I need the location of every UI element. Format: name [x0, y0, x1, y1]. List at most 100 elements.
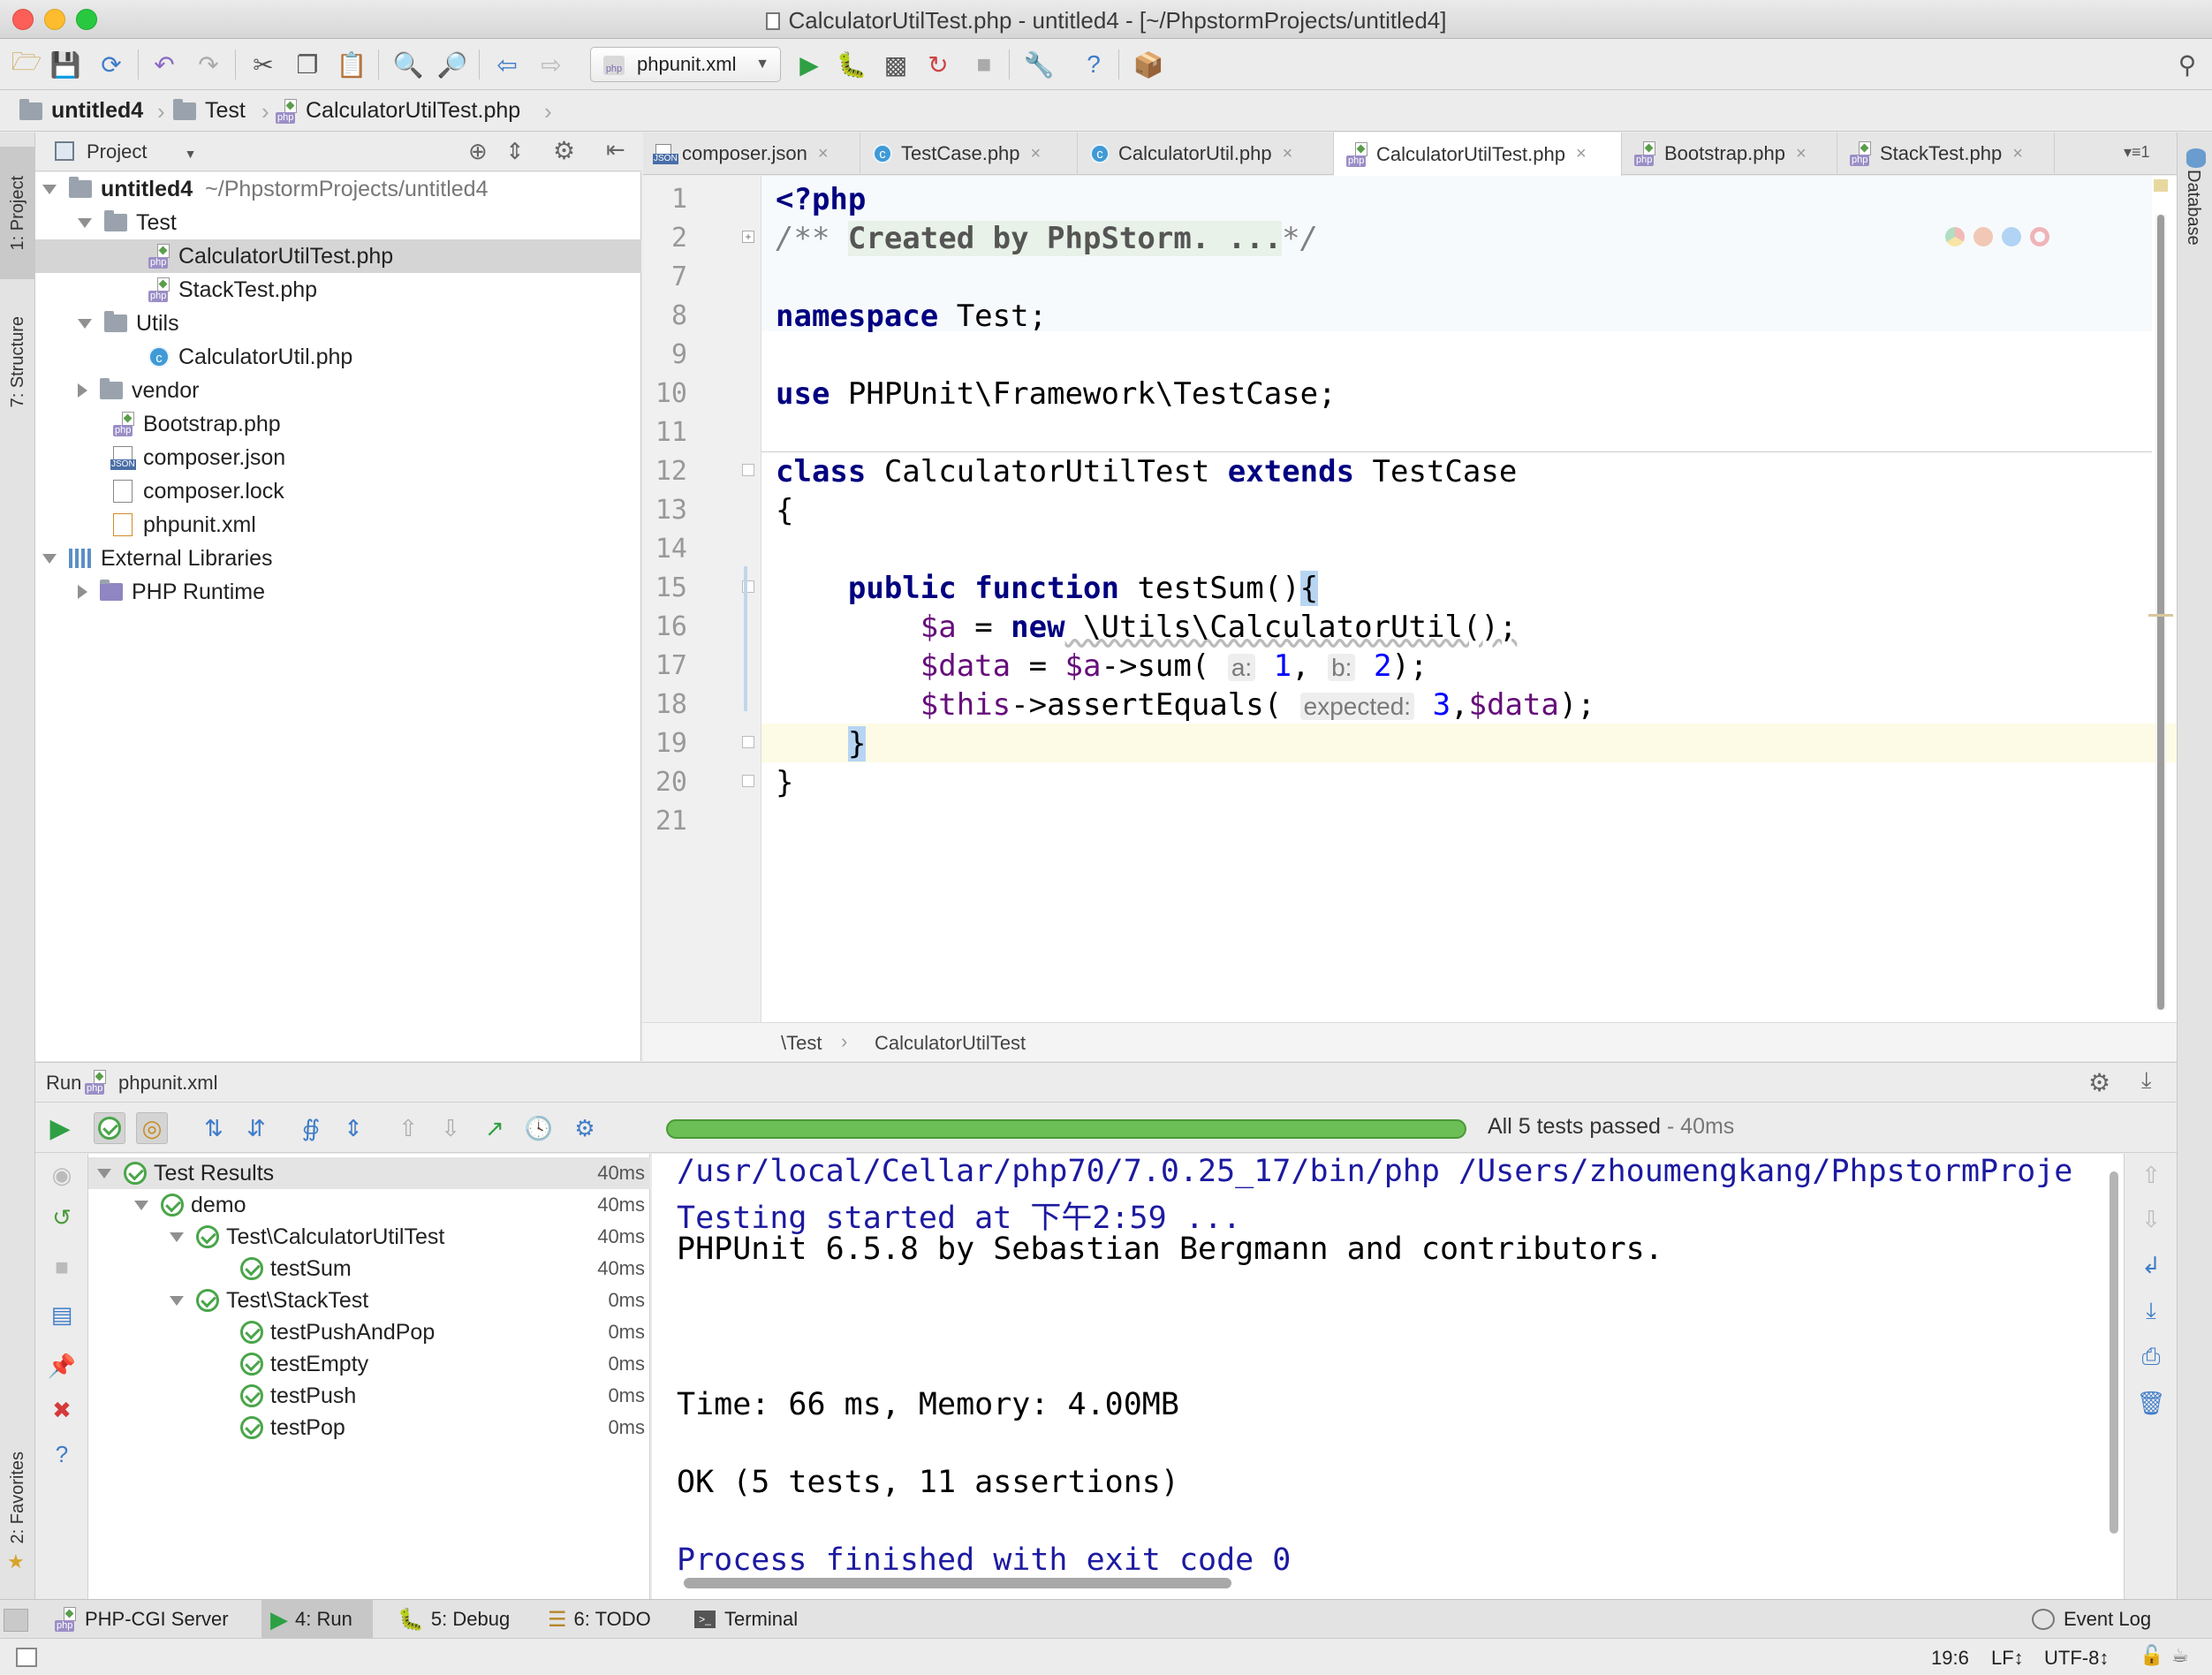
opera-icon[interactable]	[2030, 227, 2049, 246]
gear-icon[interactable]: ⚙	[553, 136, 575, 165]
tab-composer-json[interactable]: JSON composer.json ×	[643, 133, 860, 175]
show-passed-toggle[interactable]	[94, 1112, 125, 1144]
result-test-testpop[interactable]: testPop 0ms	[88, 1412, 650, 1444]
breadcrumb-class[interactable]: CalculatorUtilTest	[875, 1032, 1026, 1055]
result-class-stacktest[interactable]: Test\StackTest 0ms	[88, 1285, 650, 1316]
show-ignored-toggle[interactable]: ◎	[136, 1112, 168, 1144]
copy-icon[interactable]: ❐	[292, 49, 323, 80]
tree-item-composer-json[interactable]: JSON composer.json	[35, 441, 641, 474]
forward-icon[interactable]: ⇨	[535, 49, 567, 80]
rerun-icon[interactable]: ▶	[44, 1112, 76, 1144]
print-icon[interactable]: ⎙	[2135, 1341, 2167, 1373]
lock-icon[interactable]: 🔓	[2140, 1644, 2163, 1667]
breadcrumb-namespace[interactable]: \Test	[781, 1032, 822, 1055]
result-test-testempty[interactable]: testEmpty 0ms	[88, 1348, 650, 1380]
search-everywhere-icon[interactable]: ⚲	[2171, 49, 2203, 80]
rerun-icon[interactable]: ↻	[922, 49, 954, 80]
console-output[interactable]: /usr/local/Cellar/php70/7.0.25_17/bin/ph…	[652, 1154, 2124, 1599]
tree-item-bootstrap[interactable]: php Bootstrap.php	[35, 407, 641, 441]
sdk-icon[interactable]: 📦	[1133, 49, 1164, 80]
stop-icon[interactable]: ■	[968, 49, 1000, 80]
tool-tab-run[interactable]: ▶ 4: Run	[261, 1600, 373, 1639]
fold-icon[interactable]	[742, 464, 754, 476]
clear-all-icon[interactable]: 🗑	[2135, 1387, 2167, 1419]
editor-scrollbar-track[interactable]	[2155, 215, 2166, 1010]
open-folder-icon[interactable]: 🗁	[11, 48, 42, 80]
tool-window-toggle-icon[interactable]	[16, 1648, 37, 1667]
result-suite-demo[interactable]: demo 40ms	[88, 1189, 650, 1221]
debug-icon[interactable]: 🐛	[836, 49, 867, 80]
result-test-testpushandpop[interactable]: testPushAndPop 0ms	[88, 1316, 650, 1348]
rerun-failed-icon[interactable]: ↺	[46, 1201, 78, 1233]
tree-item-calculatorutiltest[interactable]: php CalculatorUtilTest.php	[35, 239, 641, 273]
tabs-overflow-button[interactable]: ▾≡1	[2124, 143, 2150, 162]
tree-item-phpunit-xml[interactable]: phpunit.xml	[35, 508, 641, 542]
editor-scrollbar-thumb[interactable]	[2157, 215, 2164, 1010]
paste-icon[interactable]: 📋	[336, 49, 367, 80]
layout-icon[interactable]: ▤	[46, 1299, 78, 1330]
project-view-select[interactable]: Project ▼	[87, 140, 196, 163]
line-separator-select[interactable]: LF↕	[1991, 1647, 2024, 1670]
tab-bootstrap[interactable]: php Bootstrap.php ×	[1622, 133, 1837, 175]
firefox-icon[interactable]	[1973, 227, 1993, 246]
cut-icon[interactable]: ✂	[247, 49, 279, 80]
tool-tab-event-log[interactable]: Event Log	[2032, 1600, 2151, 1639]
soft-wrap-icon[interactable]: ↲	[2135, 1249, 2167, 1281]
coverage-icon[interactable]: ▩	[880, 49, 912, 80]
code-editor[interactable]: 1 2 7 8 9 10 11 12 13 14 15 16 17 18 19 …	[643, 176, 2177, 1022]
console-horizontal-scrollbar[interactable]	[684, 1578, 1231, 1588]
scroll-to-end-icon[interactable]: ⤓	[2135, 1295, 2167, 1327]
tree-item-calculatorutil[interactable]: c CalculatorUtil.php	[35, 340, 641, 374]
settings-gear-icon[interactable]: ⚙	[569, 1112, 601, 1144]
undo-icon[interactable]: ↶	[148, 49, 180, 80]
breadcrumb-project[interactable]: untitled4	[19, 98, 143, 124]
result-root[interactable]: Test Results 40ms	[88, 1157, 650, 1189]
close-icon[interactable]: ×	[2012, 144, 2023, 164]
export-icon[interactable]: ↗	[479, 1112, 511, 1144]
result-test-testsum[interactable]: testSum 40ms	[88, 1253, 650, 1285]
debug-icon[interactable]: ◉	[46, 1159, 78, 1191]
chrome-icon[interactable]	[1945, 227, 1965, 246]
fold-expand-icon[interactable]: +	[742, 231, 754, 243]
settings-wrench-icon[interactable]: 🔧	[1023, 49, 1055, 80]
hide-panel-icon[interactable]: ⇤	[606, 136, 625, 163]
inspector-icon[interactable]: ☕	[2171, 1644, 2189, 1667]
close-icon[interactable]: ✖	[46, 1394, 78, 1426]
next-failed-icon[interactable]: ⇩	[435, 1112, 466, 1144]
previous-failed-icon[interactable]: ⇧	[392, 1112, 424, 1144]
up-stack-icon[interactable]: ⇧	[2135, 1159, 2167, 1191]
find-icon[interactable]: 🔍	[392, 49, 424, 80]
close-icon[interactable]: ×	[1031, 144, 1042, 164]
result-class-calculatorutiltest[interactable]: Test\CalculatorUtilTest 40ms	[88, 1221, 650, 1253]
close-icon[interactable]: ×	[1576, 144, 1587, 164]
tab-testcase[interactable]: c TestCase.php ×	[860, 133, 1078, 175]
fold-icon[interactable]	[742, 775, 754, 787]
gear-icon[interactable]: ⚙	[2088, 1068, 2110, 1097]
synchronize-icon[interactable]: ⟳	[95, 49, 127, 80]
tool-tab-project[interactable]: 1: Project	[0, 147, 35, 279]
tab-calculatorutil[interactable]: c CalculatorUtil.php ×	[1078, 133, 1334, 175]
replace-icon[interactable]: 🔎	[436, 49, 468, 80]
close-icon[interactable]: ×	[818, 144, 829, 164]
breadcrumb-file[interactable]: php CalculatorUtilTest.php	[276, 98, 520, 124]
tool-tab-terminal[interactable]: >_ Terminal	[694, 1600, 798, 1639]
sort-alpha-icon[interactable]: ⇅	[198, 1112, 230, 1144]
toggle-tool-windows-icon[interactable]	[4, 1609, 28, 1632]
run-config-tab[interactable]: phpunit.xml	[118, 1072, 218, 1095]
save-all-icon[interactable]: 💾	[49, 49, 81, 80]
close-icon[interactable]: ×	[1796, 144, 1807, 164]
down-stack-icon[interactable]: ⇩	[2135, 1203, 2167, 1235]
help-icon[interactable]: ?	[46, 1438, 78, 1470]
hide-panel-icon[interactable]: ⤓	[2141, 1066, 2152, 1095]
help-icon[interactable]: ?	[1078, 49, 1110, 80]
tree-item-untitled4[interactable]: untitled4 ~/PhpstormProjects/untitled4	[35, 172, 641, 206]
tab-calculatorutiltest[interactable]: php CalculatorUtilTest.php ×	[1334, 133, 1622, 176]
encoding-select[interactable]: UTF-8↕	[2044, 1647, 2109, 1670]
tree-item-utils[interactable]: Utils	[35, 307, 641, 340]
tool-tab-debug[interactable]: 🐛 5: Debug	[398, 1600, 510, 1639]
collapse-all-icon[interactable]: ⇕	[505, 138, 525, 165]
stop-icon[interactable]: ■	[46, 1251, 78, 1283]
tool-tab-structure[interactable]: 7: Structure	[0, 292, 35, 433]
tree-item-composer-lock[interactable]: composer.lock	[35, 474, 641, 508]
caret-position[interactable]: 19:6	[1931, 1647, 1969, 1670]
